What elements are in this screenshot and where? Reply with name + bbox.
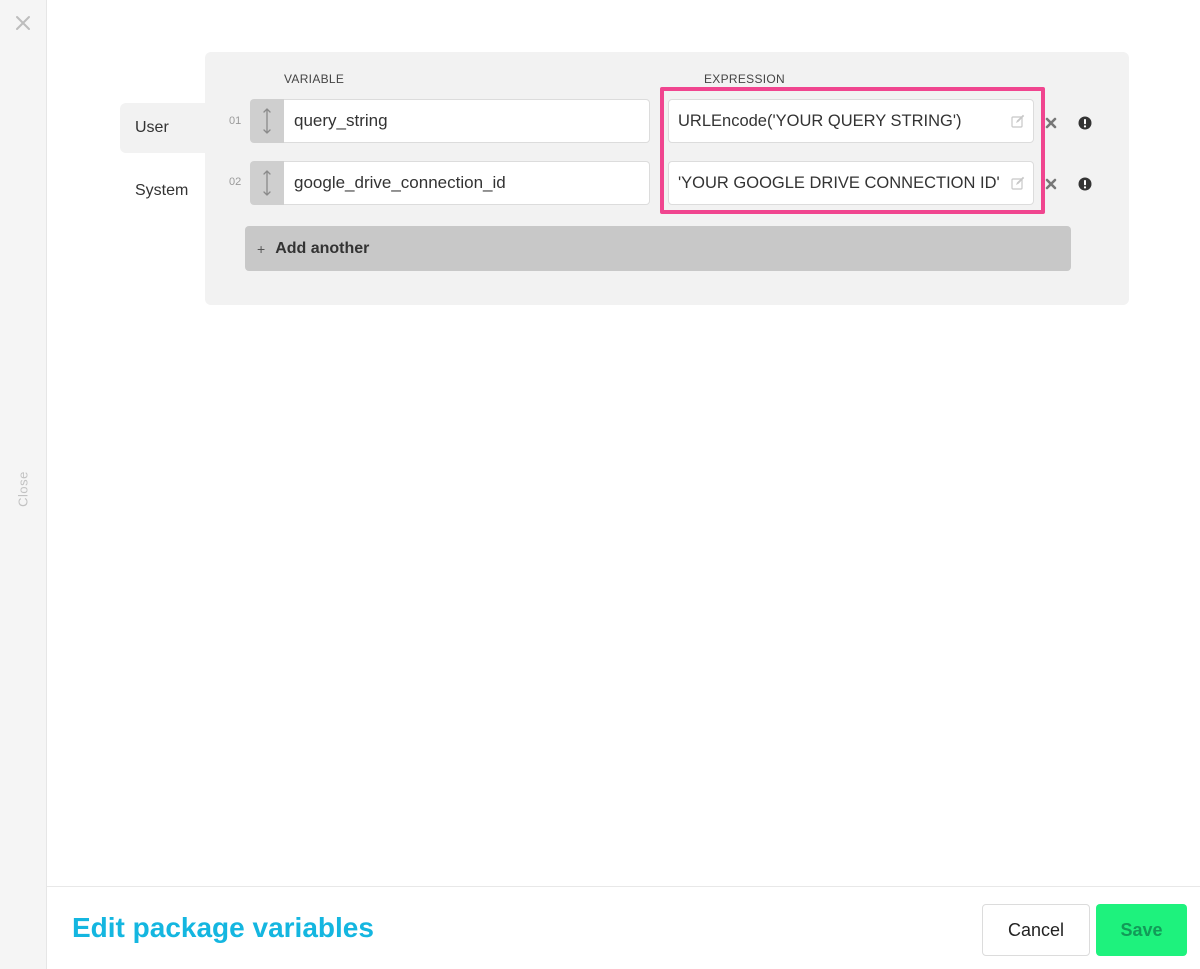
reorder-arrows-icon: [263, 170, 271, 196]
expression-field[interactable]: 'YOUR GOOGLE DRIVE CONNECTION ID': [668, 161, 1034, 205]
cancel-button[interactable]: Cancel: [982, 904, 1090, 956]
drag-handle[interactable]: [250, 161, 284, 205]
edit-icon[interactable]: [1003, 100, 1033, 142]
add-another-button[interactable]: + Add another: [245, 226, 1071, 271]
column-header-expression: EXPRESSION: [704, 72, 786, 86]
remove-row-icon[interactable]: [1044, 177, 1058, 191]
add-another-label: Add another: [275, 239, 370, 257]
page-title: Edit package variables: [72, 912, 374, 943]
expression-text: 'YOUR GOOGLE DRIVE CONNECTION ID': [678, 173, 1000, 192]
warning-icon[interactable]: [1078, 177, 1092, 191]
close-rail[interactable]: Close: [0, 0, 47, 969]
edit-icon[interactable]: [1003, 162, 1033, 204]
drag-handle[interactable]: [250, 99, 284, 143]
warning-icon[interactable]: [1078, 116, 1092, 130]
close-x-icon[interactable]: [10, 10, 36, 36]
remove-row-icon[interactable]: [1044, 116, 1058, 130]
close-label: Close: [15, 471, 31, 507]
tab-system[interactable]: System: [120, 166, 210, 216]
tab-user[interactable]: User: [120, 103, 210, 153]
plus-icon: +: [257, 240, 266, 257]
variable-name-input[interactable]: [284, 161, 650, 205]
expression-field[interactable]: URLEncode('YOUR QUERY STRING'): [668, 99, 1034, 143]
expression-text: URLEncode('YOUR QUERY STRING'): [678, 111, 962, 130]
save-button[interactable]: Save: [1096, 904, 1187, 956]
variable-name-input[interactable]: [284, 99, 650, 143]
reorder-arrows-icon: [263, 108, 271, 134]
row-number: 01: [229, 115, 242, 127]
row-number: 02: [229, 176, 242, 188]
column-header-variable: VARIABLE: [284, 72, 345, 86]
